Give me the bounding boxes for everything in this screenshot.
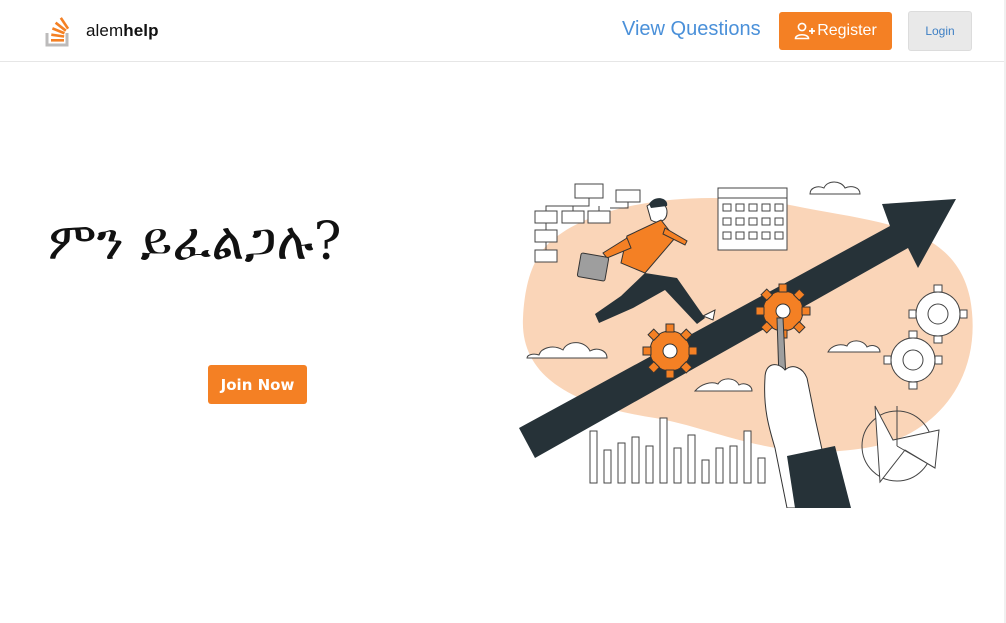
top-navbar: alemhelp View Questions Register Login bbox=[0, 0, 1006, 62]
login-button[interactable]: Login bbox=[908, 11, 972, 51]
register-button[interactable]: Register bbox=[779, 12, 892, 50]
gear-icon bbox=[642, 323, 698, 379]
view-questions-link[interactable]: View Questions bbox=[622, 18, 761, 41]
brand[interactable]: alemhelp bbox=[44, 14, 159, 48]
calendar-icon bbox=[717, 187, 788, 251]
stack-logo-icon bbox=[45, 17, 70, 47]
add-user-icon bbox=[794, 22, 816, 40]
join-now-button[interactable]: Join Now bbox=[208, 365, 307, 404]
growth-illustration bbox=[519, 181, 973, 508]
register-label: Register bbox=[817, 22, 877, 39]
brand-name: alemhelp bbox=[86, 21, 159, 40]
hero-headline: ምን ይፈልጋሉ? bbox=[48, 212, 342, 272]
